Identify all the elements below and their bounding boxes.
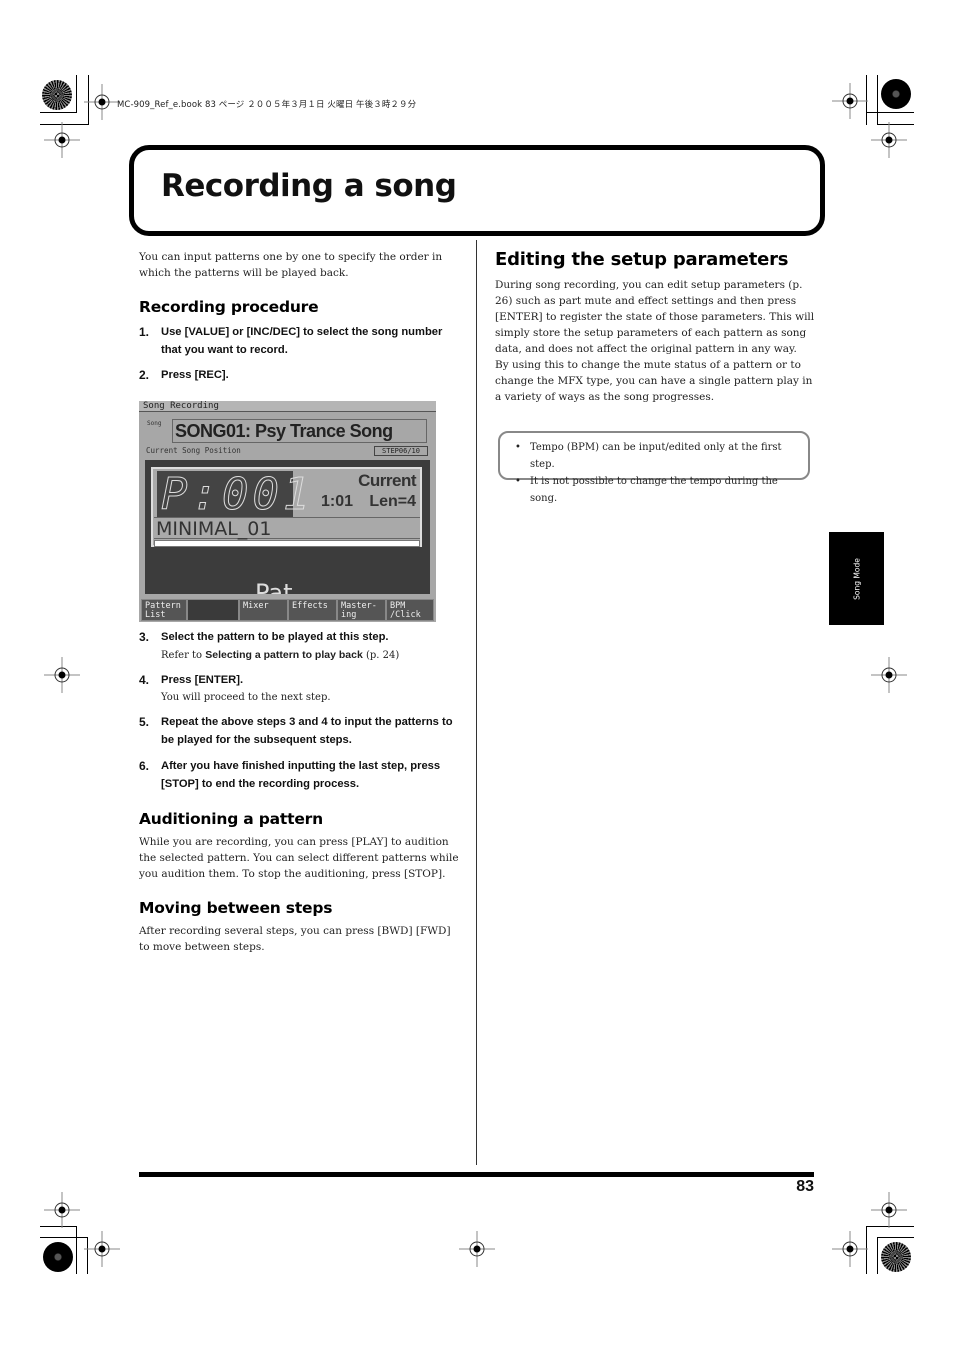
song-label: Song [147,420,162,427]
registration-target-icon [830,1229,870,1269]
page-title: Recording a song [161,168,457,204]
registration-target-icon [457,1229,497,1269]
function-tabs: Pattern List Mixer Effects Master- ing B… [139,599,436,622]
step-number: 5. [139,715,150,729]
tab-pattern-list[interactable]: Pattern List [141,599,187,621]
tab-effects[interactable]: Effects [288,599,337,621]
step-text: After you have finished inputting the la… [161,760,441,790]
step-2: 2. Press [REC]. [139,366,469,384]
registration-target-icon [869,655,909,695]
current-song-position-label: Current Song Position [146,446,241,455]
column-divider [476,240,477,1165]
section-heading-recording-procedure: Recording procedure [139,298,319,316]
current-label: Current [358,471,416,490]
registration-target-icon [42,120,82,160]
step-text: Select the pattern to be played at this … [161,631,389,643]
step-number: 3. [139,630,150,644]
song-recording-screen: Song Recording Song SONG01: Psy Trance S… [139,401,436,622]
page-number: 83 [796,1178,814,1195]
ghost-text: Pat [255,582,315,594]
step-4-note: You will proceed to the next step. [161,692,331,703]
screen-header: Song Recording [139,401,436,412]
note-list: Tempo (BPM) can be input/edited only at … [500,433,808,507]
registration-target-icon [42,1190,82,1230]
tab-bpm-click[interactable]: BPM /Click [386,599,434,621]
section-heading-moving: Moving between steps [139,899,333,917]
step-3-reference: Refer to Selecting a pattern to play bac… [161,649,400,661]
progress-bar [154,540,420,547]
registration-target-icon [82,82,122,122]
registration-starburst-icon [881,1242,911,1272]
registration-target-icon [42,655,82,695]
footer-rule [139,1172,814,1177]
note-item: Tempo (BPM) can be input/edited only at … [515,439,808,473]
pattern-info: P:001 Current 1:01 Len=4 MINIMAL_01 [151,467,422,547]
tab-mastering[interactable]: Master- ing [337,599,386,621]
registration-starburst-icon [43,1242,73,1272]
step-4: 4. Press [ENTER]. [139,671,469,689]
measure-position: 1:01 [321,493,354,510]
crop-mark [40,112,77,113]
song-name-field[interactable]: SONG01: Psy Trance Song [172,419,427,443]
step-3: 3. Select the pattern to be played at th… [139,628,469,646]
auditioning-paragraph: While you are recording, you can press [… [139,836,459,880]
registration-starburst-icon [42,80,72,110]
crop-mark [866,112,914,113]
registration-starburst-icon [881,79,911,109]
cross-reference-link[interactable]: Selecting a pattern to play back [205,649,363,661]
step-number: 4. [139,673,150,687]
pattern-panel: P:001 Current 1:01 Len=4 MINIMAL_01 Pat [145,460,430,594]
registration-target-icon [869,120,909,160]
pattern-name: MINIMAL_01 [154,517,420,540]
chapter-side-tab: Song Mode [829,532,884,625]
tab-empty [187,599,239,621]
step-number: 1. [139,325,150,339]
section-heading-auditioning: Auditioning a pattern [139,810,323,828]
step-6: 6. After you have finished inputting the… [139,757,469,793]
registration-target-icon [830,81,870,121]
crop-mark [76,75,77,113]
editing-paragraph-1: During song recording, you can edit setu… [495,279,815,355]
section-heading-editing-setup: Editing the setup parameters [495,249,789,270]
step-text: Use [VALUE] or [INC/DEC] to select the s… [161,326,443,356]
registration-target-icon [869,1190,909,1230]
pattern-number-display: P:001 [157,471,310,519]
step-text: Repeat the above steps 3 and 4 to input … [161,716,453,746]
registration-target-icon [82,1229,122,1269]
crop-mark [40,1237,88,1238]
crop-mark [877,75,878,124]
tab-mixer[interactable]: Mixer [239,599,288,621]
step-text: Press [ENTER]. [161,674,244,686]
chapter-label: Song Mode [852,557,861,600]
crop-mark [877,1237,914,1238]
note-box: Tempo (BPM) can be input/edited only at … [498,431,810,504]
editing-paragraph-2: By using this to change the mute status … [495,359,813,403]
step-5: 5. Repeat the above steps 3 and 4 to inp… [139,713,469,749]
note-item: It is not possible to change the tempo d… [515,473,808,507]
crop-mark [76,1226,77,1274]
moving-paragraph: After recording several steps, you can p… [139,925,451,953]
print-slug: MC-909_Ref_e.book 83 ページ ２００５年３月１日 火曜日 午… [117,100,417,110]
step-number: 2. [139,368,150,382]
step-indicator: STEP06/10 [374,446,428,456]
pattern-length: Len=4 [369,493,416,510]
crop-mark [877,1237,878,1274]
step-1: 1. Use [VALUE] or [INC/DEC] to select th… [139,323,469,359]
step-number: 6. [139,759,150,773]
intro-paragraph: You can input patterns one by one to spe… [139,251,443,279]
step-text: Press [REC]. [161,369,229,381]
